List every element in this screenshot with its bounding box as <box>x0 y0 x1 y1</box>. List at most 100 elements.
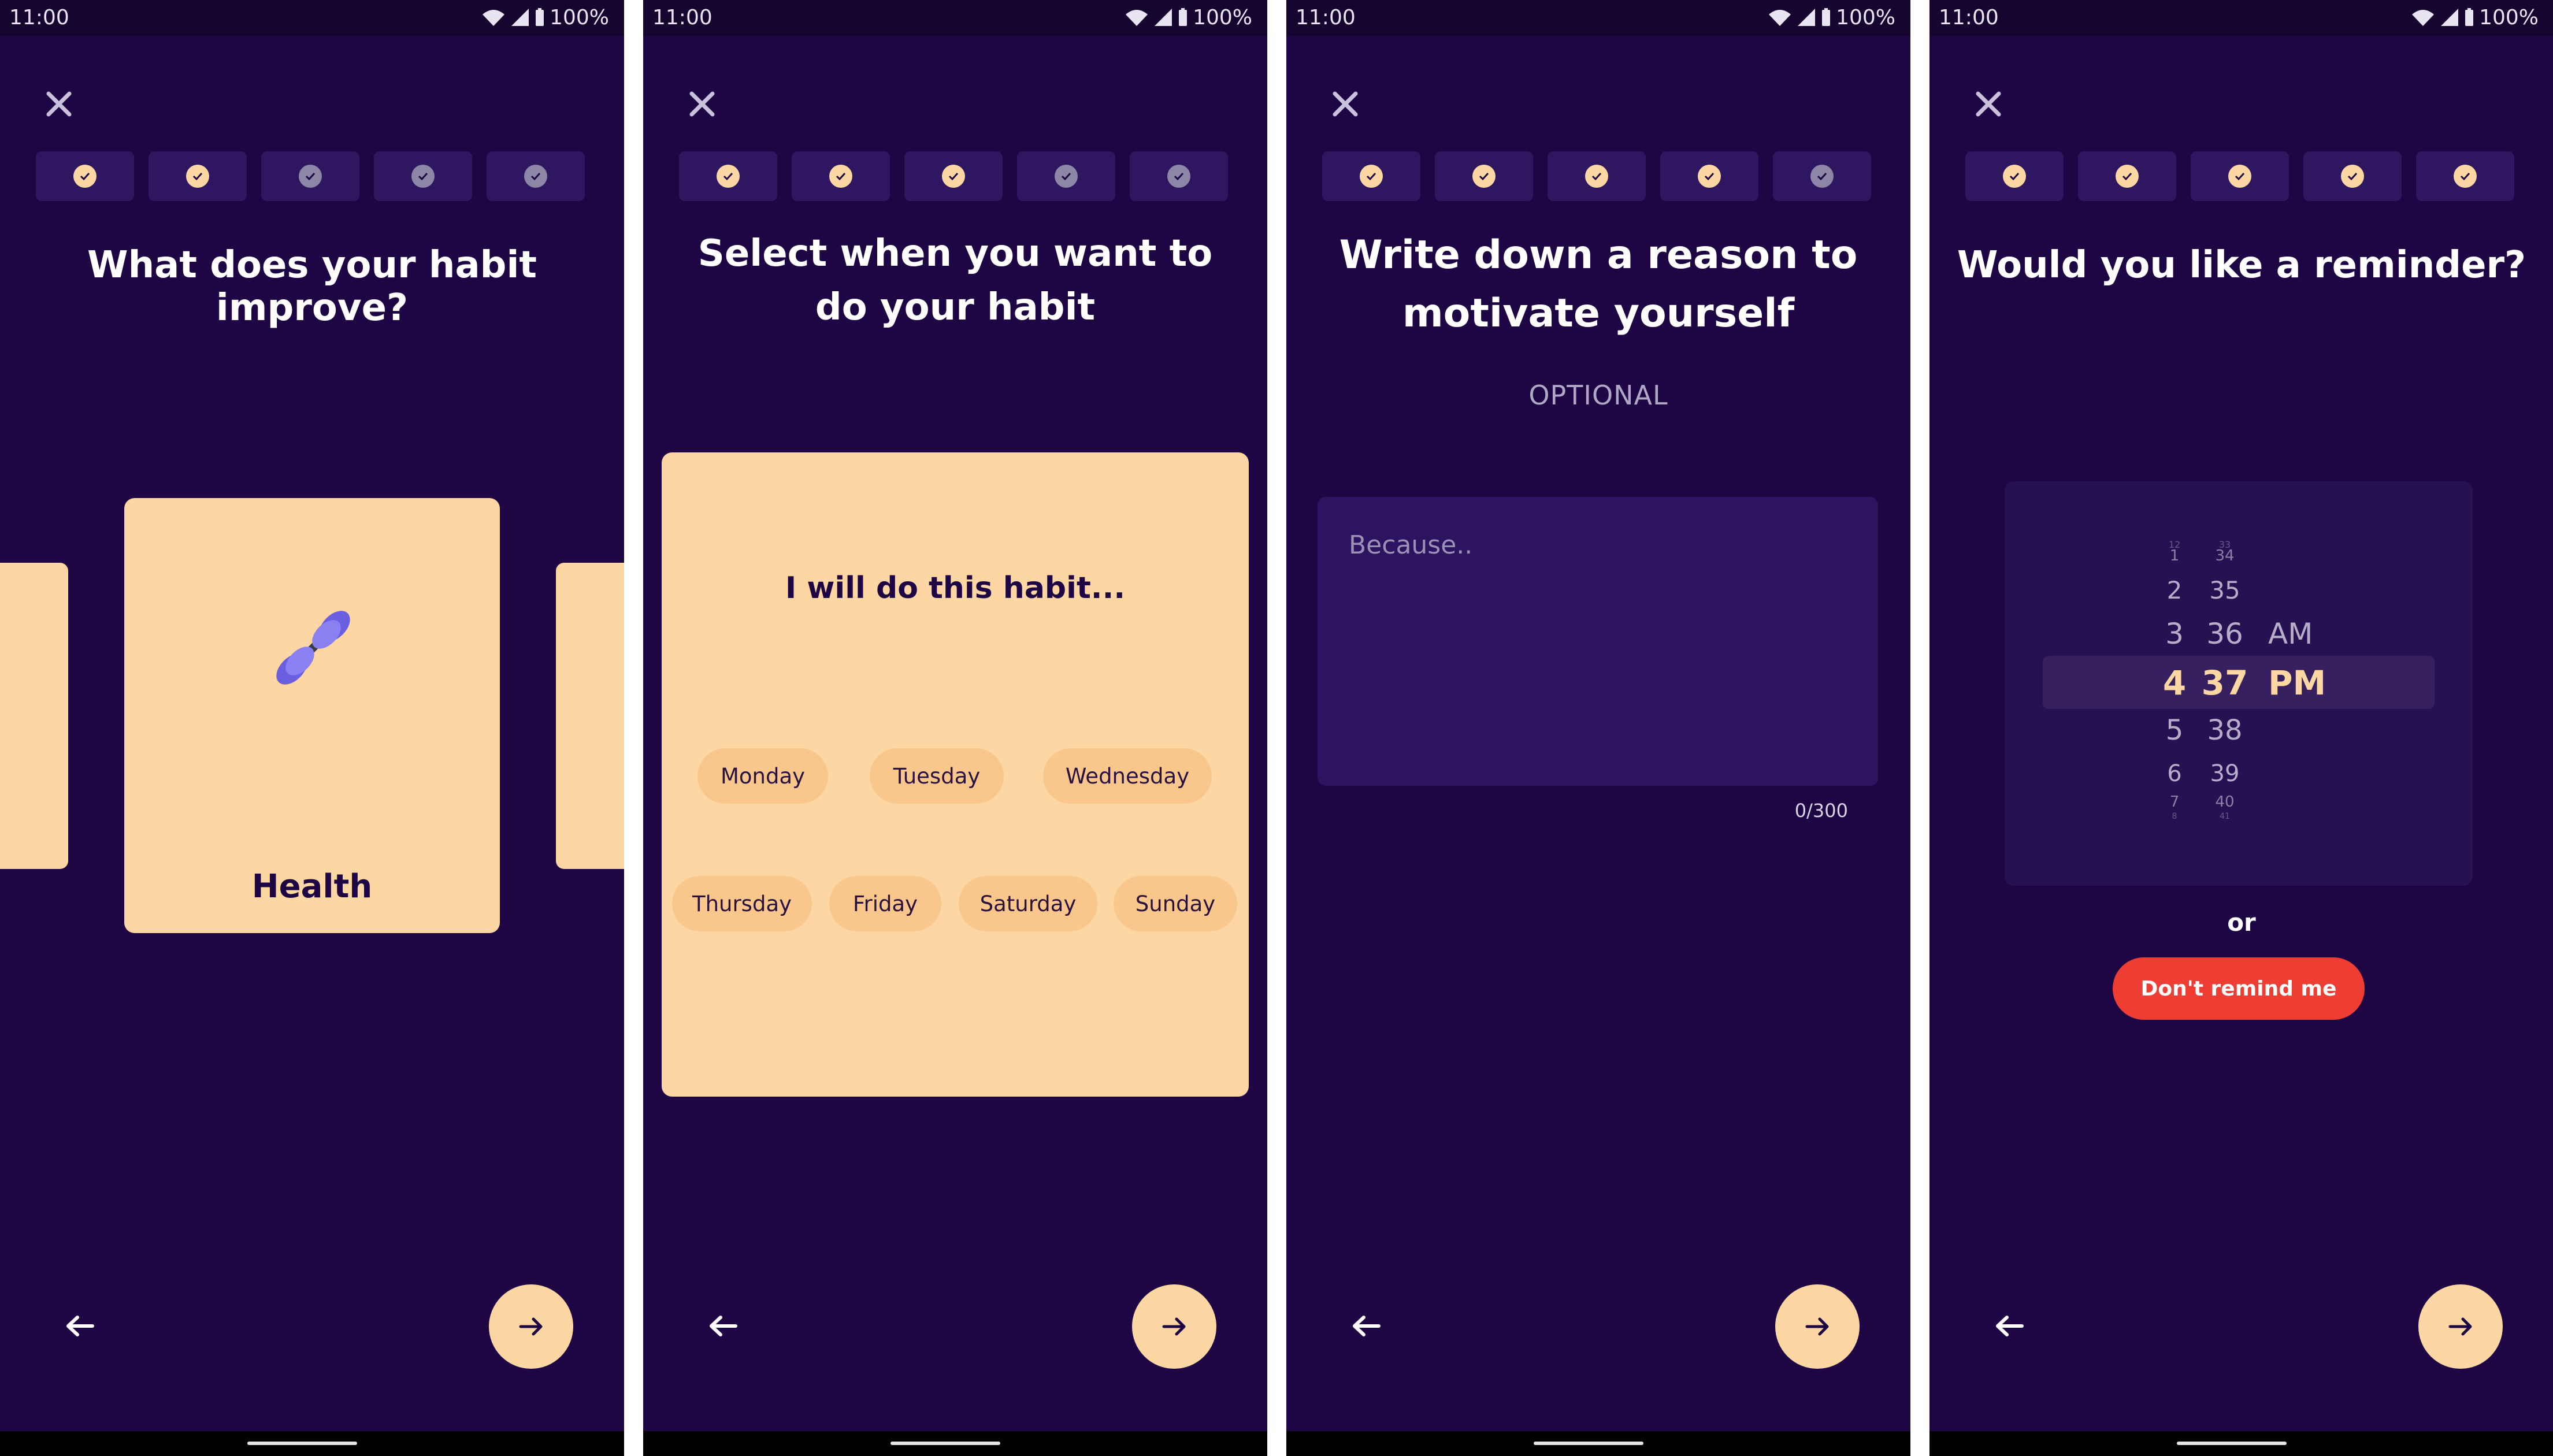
progress-step-2 <box>1435 151 1533 201</box>
status-icons: 100% <box>1125 6 1252 29</box>
hour-option[interactable]: 6 <box>2159 760 2190 787</box>
page-title: Would you like a reminder? <box>1957 244 2526 287</box>
signal-icon <box>2441 9 2459 26</box>
home-handle[interactable] <box>890 1442 1000 1445</box>
battery-level: 100% <box>1193 5 1252 29</box>
minute-option[interactable]: 40 <box>2199 793 2251 811</box>
minute-option[interactable]: 35 <box>2199 576 2251 604</box>
arrow-left-icon[interactable] <box>1344 1306 1390 1346</box>
day-chip-monday[interactable]: Monday <box>697 748 828 804</box>
page-title-line-2: do your habit <box>815 286 1096 329</box>
day-chip-sunday[interactable]: Sunday <box>1114 876 1237 931</box>
hour-option[interactable]: 3 <box>2159 617 2190 651</box>
arrow-left-icon[interactable] <box>1987 1306 2034 1346</box>
category-card-prev[interactable] <box>0 563 68 869</box>
status-icons: 100% <box>2411 6 2539 29</box>
meridiem-option-selected[interactable]: PM <box>2268 663 2337 703</box>
day-chip-tuesday[interactable]: Tuesday <box>870 748 1004 804</box>
progress-step-1 <box>1965 151 2064 201</box>
progress-step-3 <box>261 151 359 201</box>
arrow-left-icon[interactable] <box>58 1306 104 1346</box>
day-chip-saturday[interactable]: Saturday <box>959 876 1097 931</box>
check-icon <box>524 165 547 188</box>
signal-icon <box>1155 9 1172 26</box>
progress-step-2 <box>149 151 247 201</box>
hour-option-selected[interactable]: 4 <box>2159 663 2190 703</box>
progress-step-4 <box>374 151 472 201</box>
category-card-health[interactable]: Health <box>124 498 500 933</box>
dont-remind-button[interactable]: Don't remind me <box>2113 957 2365 1020</box>
status-bar: 11:00 100% <box>643 0 1267 36</box>
home-handle[interactable] <box>2177 1442 2287 1445</box>
hour-option[interactable]: 7 <box>2159 793 2190 811</box>
progress-step-3 <box>904 151 1003 201</box>
day-chip-wednesday[interactable]: Wednesday <box>1043 748 1212 804</box>
status-bar: 11:00 100% <box>1929 0 2553 36</box>
check-icon <box>411 165 435 188</box>
check-icon <box>299 165 322 188</box>
status-bar: 11:00 100% <box>1286 0 1910 36</box>
minute-option[interactable]: 38 <box>2199 714 2251 746</box>
progress-steps <box>679 151 1231 201</box>
status-time: 11:00 <box>652 6 713 29</box>
status-icons: 100% <box>481 6 609 29</box>
hour-option[interactable]: 8 <box>2159 812 2190 821</box>
check-icon <box>1472 165 1496 188</box>
status-time: 11:00 <box>9 6 69 29</box>
reason-input[interactable] <box>1318 497 1878 786</box>
wifi-icon <box>1126 10 1148 26</box>
time-picker[interactable]: 12 1 2 3 4 5 6 7 8 33 34 35 36 37 38 39 … <box>2005 481 2473 886</box>
status-time: 11:00 <box>1939 6 1999 29</box>
progress-step-1 <box>679 151 777 201</box>
close-icon[interactable] <box>1322 81 1368 127</box>
minute-option[interactable]: 39 <box>2199 760 2251 787</box>
progress-step-3 <box>1548 151 1646 201</box>
category-label: Health <box>251 868 373 905</box>
close-icon[interactable] <box>679 81 725 127</box>
arrow-right-icon <box>2448 1317 2472 1336</box>
progress-steps <box>36 151 588 201</box>
dumbbell-icon <box>276 611 350 685</box>
day-chip-friday[interactable]: Friday <box>829 876 941 931</box>
system-nav-bar <box>643 1431 1267 1456</box>
system-nav-bar <box>1929 1431 2553 1456</box>
check-icon <box>2116 165 2139 188</box>
check-icon <box>942 165 965 188</box>
optional-label: OPTIONAL <box>1528 380 1668 411</box>
home-handle[interactable] <box>1534 1442 1643 1445</box>
minute-option-selected[interactable]: 37 <box>2199 663 2251 703</box>
next-button[interactable] <box>1775 1284 1860 1369</box>
arrow-left-icon[interactable] <box>701 1306 747 1346</box>
progress-steps <box>1322 151 1875 201</box>
check-icon <box>2454 165 2477 188</box>
reason-field[interactable] <box>1318 497 1878 786</box>
progress-step-4 <box>1017 151 1115 201</box>
progress-step-1 <box>1322 151 1420 201</box>
hour-option[interactable]: 5 <box>2159 714 2190 746</box>
hour-option[interactable]: 2 <box>2159 576 2190 604</box>
minute-option[interactable]: 34 <box>2199 547 2251 564</box>
system-nav-bar <box>1286 1431 1910 1456</box>
next-button[interactable] <box>2418 1284 2503 1369</box>
close-icon[interactable] <box>36 81 82 127</box>
close-icon[interactable] <box>1965 81 2012 127</box>
minute-option[interactable]: 36 <box>2199 617 2251 651</box>
progress-step-5 <box>487 151 585 201</box>
category-card-next[interactable] <box>556 563 624 869</box>
next-button[interactable] <box>1132 1284 1216 1369</box>
battery-icon <box>536 8 544 26</box>
page-title: What does your habit improve? <box>87 244 537 329</box>
page-title-line-1: Write down a reason to <box>1339 232 1858 278</box>
progress-step-4 <box>2303 151 2402 201</box>
minute-option[interactable]: 41 <box>2199 812 2251 821</box>
arrow-right-icon <box>519 1317 543 1336</box>
page-title-line-2: motivate yourself <box>1402 291 1795 336</box>
check-icon <box>829 165 852 188</box>
next-button[interactable] <box>489 1284 573 1369</box>
day-chip-thursday[interactable]: Thursday <box>672 876 812 931</box>
meridiem-option[interactable]: AM <box>2268 617 2337 651</box>
home-handle[interactable] <box>247 1442 357 1445</box>
hour-option[interactable]: 1 <box>2159 547 2190 564</box>
check-icon <box>1055 165 1078 188</box>
screen-reason: 11:00 100% Write down a reason to motiva… <box>1286 0 1910 1456</box>
